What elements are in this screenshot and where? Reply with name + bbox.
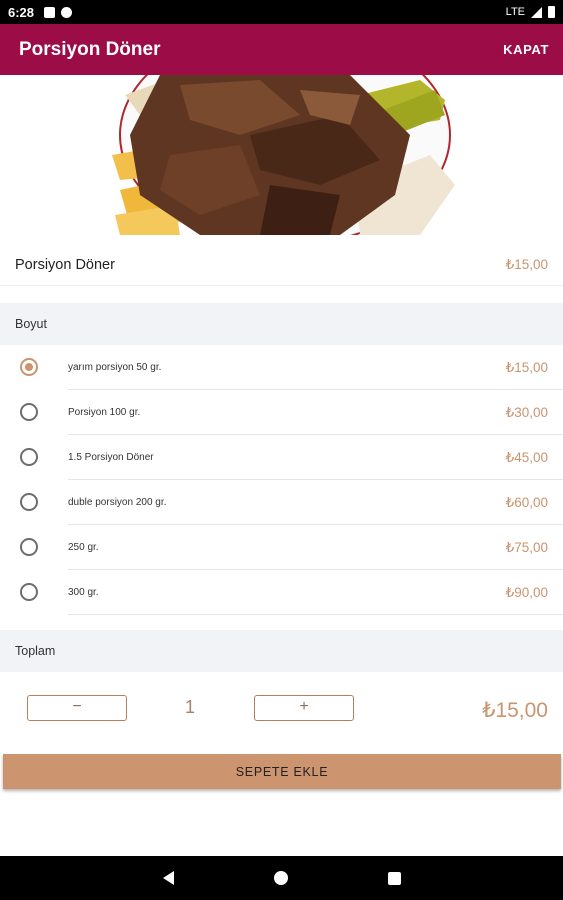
system-nav-bar <box>0 856 563 900</box>
radio-unselected-icon[interactable] <box>20 583 38 601</box>
decrease-quantity-button[interactable]: − <box>27 695 127 721</box>
size-option-portion-100[interactable]: Porsiyon 100 gr. ₺30,00 <box>0 390 563 435</box>
option-price: ₺15,00 <box>505 359 548 375</box>
recent-apps-icon[interactable] <box>387 871 401 885</box>
option-price: ₺30,00 <box>505 404 548 420</box>
option-label: 300 gr. <box>68 587 99 598</box>
size-option-300gr[interactable]: 300 gr. ₺90,00 <box>0 570 563 615</box>
radio-unselected-icon[interactable] <box>20 403 38 421</box>
battery-icon <box>548 6 555 18</box>
divider <box>68 614 563 615</box>
option-label: 1.5 Porsiyon Döner <box>68 452 154 463</box>
product-name: Porsiyon Döner <box>15 256 115 273</box>
radio-unselected-icon[interactable] <box>20 538 38 556</box>
option-label: Porsiyon 100 gr. <box>68 407 141 418</box>
status-time: 6:28 <box>8 4 35 20</box>
size-option-250gr[interactable]: 250 gr. ₺75,00 <box>0 525 563 570</box>
product-summary-row: Porsiyon Döner ₺15,00 <box>0 244 563 286</box>
increase-quantity-button[interactable]: + <box>254 695 354 721</box>
radio-unselected-icon[interactable] <box>20 448 38 466</box>
size-section-title: Boyut <box>15 317 47 331</box>
network-type: LTE <box>505 6 525 18</box>
status-bar: 6:28 LTE <box>0 0 563 24</box>
option-price: ₺60,00 <box>505 494 548 510</box>
home-icon[interactable] <box>273 871 288 885</box>
page-title: Porsiyon Döner <box>19 38 161 60</box>
app-bar: Porsiyon Döner KAPAT <box>0 24 563 75</box>
sync-icon <box>61 6 73 18</box>
product-image <box>0 75 563 235</box>
back-icon[interactable] <box>162 871 174 885</box>
size-option-double-portion[interactable]: duble porsiyon 200 gr. ₺60,00 <box>0 480 563 525</box>
sd-card-icon <box>44 6 56 18</box>
size-section-header: Boyut <box>0 303 563 345</box>
add-to-cart-button[interactable]: SEPETE EKLE <box>3 754 561 789</box>
option-label: duble porsiyon 200 gr. <box>68 497 167 508</box>
option-label: 250 gr. <box>68 542 99 553</box>
radio-selected-icon[interactable] <box>20 358 38 376</box>
product-price: ₺15,00 <box>505 256 548 272</box>
size-option-1-5-portion[interactable]: 1.5 Porsiyon Döner ₺45,00 <box>0 435 563 480</box>
close-button[interactable]: KAPAT <box>503 42 549 57</box>
option-price: ₺45,00 <box>505 449 548 465</box>
option-price: ₺75,00 <box>505 539 548 555</box>
option-label: yarım porsiyon 50 gr. <box>68 362 162 373</box>
total-price: ₺15,00 <box>482 699 548 722</box>
radio-unselected-icon[interactable] <box>20 493 38 511</box>
option-price: ₺90,00 <box>505 584 548 600</box>
quantity-value: 1 <box>184 697 195 717</box>
signal-icon <box>531 6 542 18</box>
total-section-title: Toplam <box>15 644 56 658</box>
size-option-half-portion[interactable]: yarım porsiyon 50 gr. ₺15,00 <box>0 345 563 390</box>
doner-plate-image <box>112 75 455 235</box>
quantity-row: − 1 + ₺15,00 <box>0 672 563 750</box>
total-section-header: Toplam <box>0 630 563 672</box>
